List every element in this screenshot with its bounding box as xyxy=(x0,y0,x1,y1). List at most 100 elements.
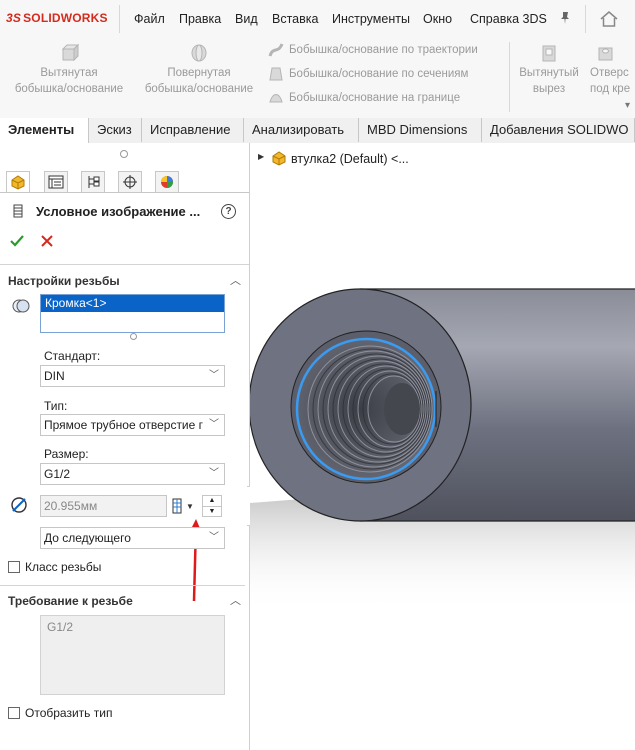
hole-wizard-button[interactable]: Отверс под кре xyxy=(586,43,635,97)
edge-selection-box[interactable]: Кромка<1> xyxy=(40,294,225,333)
thread-callout-header[interactable]: Требование к резьбе xyxy=(8,594,133,608)
resize-grip[interactable] xyxy=(130,333,137,340)
extruded-cut-label: Вытянутый вырез xyxy=(519,67,579,95)
collapse-caret-icon[interactable]: ︿ xyxy=(230,592,241,608)
ribbon-overflow-icon[interactable]: ▾ xyxy=(625,100,630,111)
help-icon[interactable]: ? xyxy=(221,204,236,219)
panel-grip[interactable] xyxy=(120,150,128,158)
size-label: Размер: xyxy=(44,447,89,461)
hole-wizard-label: Отверс под кре xyxy=(590,67,631,95)
section-divider xyxy=(0,585,245,586)
thread-class-checkbox[interactable] xyxy=(8,561,20,573)
property-manager-panel: Условное изображение ... ? Настройки рез… xyxy=(0,143,250,750)
home-icon[interactable] xyxy=(598,9,620,29)
thread-settings-header[interactable]: Настройки резьбы xyxy=(8,274,120,288)
feature-tree-root[interactable]: втулка2 (Default) <... xyxy=(291,152,409,166)
menu-edit[interactable]: Правка xyxy=(179,12,221,26)
swept-boss-button[interactable]: Бобышка/основание по траектории xyxy=(268,42,478,58)
show-type-checkbox[interactable] xyxy=(8,707,20,719)
extruded-boss-label: Вытянутая бобышка/основание xyxy=(14,67,124,95)
menu-view[interactable]: Вид xyxy=(235,12,258,26)
tab-repair[interactable]: Исправление xyxy=(142,118,244,142)
menu-tools[interactable]: Инструменты xyxy=(332,12,410,26)
configuration-icon xyxy=(88,176,100,188)
diameter-spinner[interactable]: ▲ ▼ xyxy=(202,495,222,517)
lofted-boss-button[interactable]: Бобышка/основание по сечениям xyxy=(268,66,468,82)
extruded-cut-button[interactable]: Вытянутый вырез xyxy=(514,43,584,97)
thread-callout-textbox[interactable]: G1/2 xyxy=(40,615,225,695)
caret-down-icon: ▼ xyxy=(186,501,194,511)
selected-edge-item[interactable]: Кромка<1> xyxy=(41,295,224,312)
revolved-boss-icon xyxy=(191,44,207,62)
end-condition-select[interactable]: До следующего ﹀ xyxy=(40,527,225,549)
standard-select[interactable]: DIN ﹀ xyxy=(40,365,225,387)
edge-selection-icon xyxy=(12,299,30,313)
end-condition-value: До следующего xyxy=(44,531,131,545)
command-tabs: Элементы Эскиз Исправление Анализировать… xyxy=(0,118,635,144)
type-select[interactable]: Прямое трубное отверстие г ﹀ xyxy=(40,414,225,436)
menu-insert[interactable]: Вставка xyxy=(272,12,318,26)
cosmetic-thread-icon xyxy=(13,204,23,218)
diameter-options-button[interactable]: ▼ xyxy=(170,495,200,517)
logo-text: SOLIDWORKS xyxy=(23,11,108,25)
extruded-cut-icon xyxy=(542,45,556,62)
boundary-boss-icon xyxy=(269,94,283,103)
extruded-boss-icon xyxy=(61,43,79,62)
logo-mark: 3S xyxy=(6,11,22,25)
cancel-x-icon[interactable] xyxy=(41,235,53,247)
hole-wizard-icon xyxy=(598,47,613,61)
panel-title: Условное изображение ... xyxy=(36,204,201,219)
revolved-boss-label: Повернутая бобышка/основание xyxy=(144,67,254,95)
tab-dimxpert-manager[interactable] xyxy=(118,171,142,193)
tab-configuration-manager[interactable] xyxy=(81,171,105,193)
graphics-viewport[interactable]: ▶ втулка2 (Default) <... xyxy=(250,143,635,750)
lofted-boss-icon xyxy=(269,67,283,81)
chevron-down-icon: ﹀ xyxy=(209,415,219,435)
menu-help[interactable]: Справка 3DS xyxy=(470,12,547,26)
boundary-boss-label: Бобышка/основание на границе xyxy=(289,92,461,104)
thread-class-label: Класс резьбы xyxy=(25,560,102,574)
extruded-boss-button[interactable]: Вытянутая бобышка/основание xyxy=(8,43,130,97)
spinner-up-icon[interactable]: ▲ xyxy=(203,496,221,507)
bushing-3d-model[interactable] xyxy=(250,283,635,643)
size-select[interactable]: G1/2 ﹀ xyxy=(40,463,225,485)
hole-property-icon xyxy=(172,498,182,514)
collapse-caret-icon[interactable]: ︿ xyxy=(230,272,241,288)
tab-display-manager[interactable] xyxy=(155,171,179,193)
tab-property-manager[interactable] xyxy=(44,171,68,193)
part-icon xyxy=(272,151,286,166)
part-icon xyxy=(11,175,25,190)
show-type-label: Отобразить тип xyxy=(25,706,113,720)
thread-callout-value: G1/2 xyxy=(47,620,74,634)
ribbon-separator xyxy=(509,42,510,112)
diameter-field[interactable]: 20.955мм xyxy=(40,495,167,517)
menu-file[interactable]: Файл xyxy=(134,12,165,26)
revolved-boss-button[interactable]: Повернутая бобышка/основание xyxy=(138,43,260,97)
tree-expand-arrow-icon[interactable]: ▶ xyxy=(258,152,264,161)
crosshair-icon xyxy=(123,175,137,189)
section-divider xyxy=(0,264,249,265)
pin-icon[interactable] xyxy=(557,10,573,26)
standard-label: Стандарт: xyxy=(44,349,101,363)
menu-window[interactable]: Окно xyxy=(423,12,452,26)
property-list-icon xyxy=(48,175,64,189)
title-separator xyxy=(119,5,120,33)
tab-sketch[interactable]: Эскиз xyxy=(89,118,142,142)
tab-analyze[interactable]: Анализировать xyxy=(244,118,359,142)
chevron-down-icon: ﹀ xyxy=(209,370,219,381)
tab-features[interactable]: Элементы xyxy=(0,118,89,143)
tab-mbd-dimensions[interactable]: MBD Dimensions xyxy=(359,118,482,142)
title-separator xyxy=(585,5,586,33)
standard-value: DIN xyxy=(44,369,65,383)
size-value: G1/2 xyxy=(44,467,71,481)
ok-checkmark-icon[interactable] xyxy=(10,235,24,247)
tab-feature-manager[interactable] xyxy=(6,171,30,193)
swept-boss-icon xyxy=(268,43,284,57)
command-manager-ribbon: Вытянутая бобышка/основание Повернутая б… xyxy=(0,38,635,119)
boundary-boss-button[interactable]: Бобышка/основание на границе xyxy=(268,90,460,106)
tab-solidworks-addins[interactable]: Добавления SOLIDWO xyxy=(482,118,635,142)
diameter-icon xyxy=(11,497,27,513)
type-label: Тип: xyxy=(44,399,68,413)
chevron-down-icon: ﹀ xyxy=(209,468,219,479)
solidworks-logo[interactable]: 3S SOLIDWORKS xyxy=(6,11,108,25)
